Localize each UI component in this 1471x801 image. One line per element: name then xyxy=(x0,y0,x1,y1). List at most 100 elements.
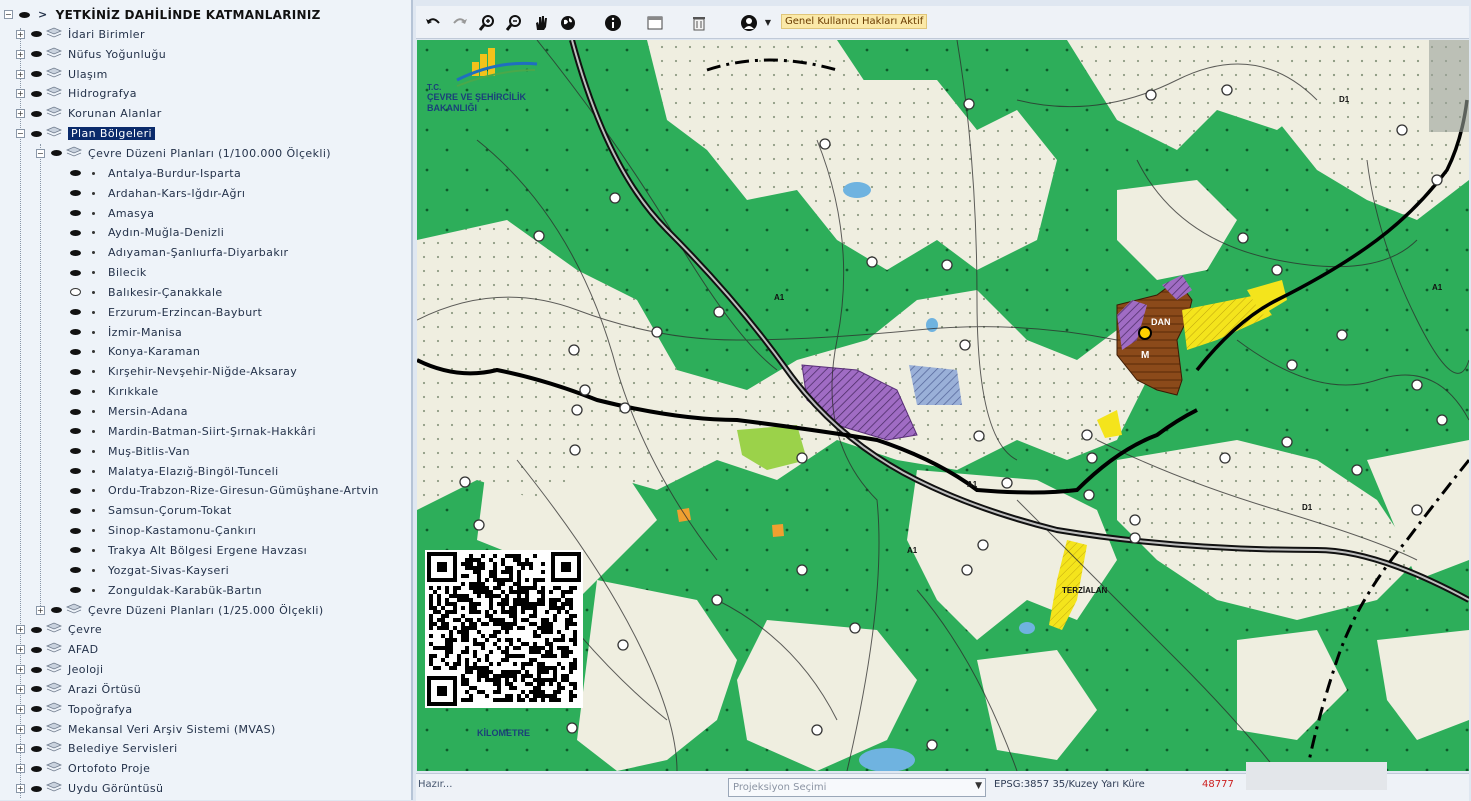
plan-layer-item[interactable]: Kırıkkale xyxy=(70,382,159,401)
layer-item[interactable]: + Ortofoto Proje xyxy=(16,759,150,778)
visibility-eye-icon[interactable] xyxy=(70,210,81,216)
visibility-eye-icon[interactable] xyxy=(70,468,81,475)
plan-layer-item[interactable]: Yozgat-Sivas-Kayseri xyxy=(70,561,229,580)
layer-item[interactable]: + Korunan Alanlar xyxy=(16,104,162,123)
visibility-eye-icon[interactable] xyxy=(70,487,81,494)
visibility-eye-icon[interactable] xyxy=(70,309,81,316)
expand-icon[interactable]: + xyxy=(16,29,25,39)
visibility-eye-icon[interactable] xyxy=(70,448,81,455)
visibility-eye-icon[interactable] xyxy=(31,785,42,792)
visibility-eye-icon[interactable] xyxy=(31,90,42,97)
visibility-eye-icon[interactable] xyxy=(31,31,42,38)
visibility-eye-icon[interactable] xyxy=(70,269,81,276)
plan-layer-item[interactable]: Samsun-Çorum-Tokat xyxy=(70,501,232,520)
plan-layer-item[interactable]: Konya-Karaman xyxy=(70,342,200,361)
layer-item[interactable]: + Arazi Örtüsü xyxy=(16,680,141,699)
expand-icon[interactable]: + xyxy=(16,69,25,79)
globe-icon[interactable] xyxy=(557,12,578,33)
plan-layer-item[interactable]: Antalya-Burdur-Isparta xyxy=(70,164,241,183)
visibility-eye-icon[interactable] xyxy=(31,765,42,772)
visibility-eye-icon[interactable] xyxy=(70,329,81,336)
info-icon[interactable] xyxy=(602,12,623,33)
plan-layer-item[interactable]: Bilecik xyxy=(70,263,147,282)
layer-item[interactable]: − Çevre Düzeni Planları (1/100.000 Ölçekl… xyxy=(36,144,331,163)
visibility-eye-icon[interactable] xyxy=(31,646,42,653)
collapse-icon[interactable]: − xyxy=(4,10,13,19)
plan-layer-item[interactable]: Amasya xyxy=(70,204,154,223)
visibility-eye-icon[interactable] xyxy=(70,388,81,395)
plan-layer-item[interactable]: Mersin-Adana xyxy=(70,402,188,421)
layer-item[interactable]: + Nüfus Yoğunluğu xyxy=(16,45,166,64)
visibility-eye-icon[interactable] xyxy=(31,745,42,752)
visibility-eye-icon[interactable] xyxy=(31,686,42,693)
plan-layer-item[interactable]: Muş-Bitlis-Van xyxy=(70,442,190,461)
visibility-eye-icon[interactable] xyxy=(19,11,30,18)
zoom-out-icon[interactable] xyxy=(503,12,524,33)
visibility-eye-icon[interactable] xyxy=(31,666,42,673)
visibility-eye-icon[interactable] xyxy=(70,170,81,177)
plan-layer-item[interactable]: Malatya-Elazığ-Bingöl-Tunceli xyxy=(70,462,279,481)
visibility-eye-icon[interactable] xyxy=(51,607,62,613)
plan-layer-item[interactable]: Aydın-Muğla-Denizli xyxy=(70,223,224,242)
visibility-eye-icon[interactable] xyxy=(31,626,42,633)
plan-layer-item[interactable]: İzmir-Manisa xyxy=(70,323,182,342)
expand-icon[interactable]: + xyxy=(16,724,25,734)
undo-icon[interactable] xyxy=(422,12,443,33)
expand-icon[interactable]: + xyxy=(16,784,25,794)
plan-layer-item[interactable]: Mardin-Batman-Siirt-Şırnak-Hakkâri xyxy=(70,422,316,441)
plan-layer-item[interactable]: Kırşehir-Nevşehir-Niğde-Aksaray xyxy=(70,362,297,381)
layer-item[interactable]: − Plan Bölgeleri xyxy=(16,124,155,143)
expand-icon[interactable]: + xyxy=(16,684,25,694)
plan-layer-item[interactable]: Ardahan-Kars-Iğdır-Ağrı xyxy=(70,184,245,203)
visibility-eye-icon[interactable] xyxy=(31,71,42,78)
visibility-eye-icon[interactable] xyxy=(31,706,42,713)
zoom-in-icon[interactable] xyxy=(476,12,497,33)
visibility-eye-icon[interactable] xyxy=(31,110,42,117)
visibility-eye-icon[interactable] xyxy=(31,51,42,58)
collapse-icon[interactable]: − xyxy=(16,129,25,139)
layer-item[interactable]: + Belediye Servisleri xyxy=(16,739,178,758)
hand-icon[interactable] xyxy=(530,12,551,33)
visibility-eye-icon[interactable] xyxy=(70,288,81,297)
layer-item[interactable]: + İdari Birimler xyxy=(16,25,145,44)
expand-icon[interactable]: + xyxy=(16,89,25,99)
expand-icon[interactable]: + xyxy=(16,764,25,774)
layer-item[interactable]: + Çevre xyxy=(16,620,102,639)
visibility-eye-icon[interactable] xyxy=(70,567,81,574)
layer-item[interactable]: + Jeoloji xyxy=(16,660,103,679)
visibility-eye-icon[interactable] xyxy=(70,229,81,236)
plan-layer-item[interactable]: Balıkesir-Çanakkale xyxy=(70,283,223,302)
plan-layer-item[interactable]: Adıyaman-Şanlıurfa-Diyarbakır xyxy=(70,243,288,262)
layer-item[interactable]: + Mekansal Veri Arşiv Sistemi (MVAS) xyxy=(16,720,276,739)
visibility-eye-icon[interactable] xyxy=(70,249,81,256)
expand-icon[interactable]: + xyxy=(16,625,25,635)
trash-icon[interactable] xyxy=(688,12,709,33)
expand-icon[interactable]: + xyxy=(16,645,25,655)
plan-layer-item[interactable]: Ordu-Trabzon-Rize-Giresun-Gümüşhane-Artv… xyxy=(70,481,379,500)
visibility-eye-icon[interactable] xyxy=(70,527,81,534)
expand-icon[interactable]: + xyxy=(36,605,45,615)
visibility-eye-icon[interactable] xyxy=(70,428,81,435)
expand-icon[interactable]: + xyxy=(16,49,25,59)
expand-icon[interactable]: + xyxy=(16,665,25,675)
expand-icon[interactable]: + xyxy=(16,744,25,754)
projection-select[interactable]: Projeksiyon Seçimi ▼ xyxy=(728,778,986,797)
redo-icon[interactable] xyxy=(449,12,470,33)
expand-icon[interactable]: + xyxy=(16,704,25,714)
layer-item[interactable]: + Çevre Düzeni Planları (1/25.000 Ölçekli… xyxy=(36,601,324,620)
visibility-eye-icon[interactable] xyxy=(70,507,81,514)
visibility-eye-icon[interactable] xyxy=(70,547,81,554)
layer-item[interactable]: + Topoğrafya xyxy=(16,700,132,719)
visibility-eye-icon[interactable] xyxy=(70,587,81,594)
layer-item[interactable]: + AFAD xyxy=(16,640,98,659)
plan-layer-item[interactable]: Zonguldak-Karabük-Bartın xyxy=(70,581,262,600)
user-dropdown-arrow-icon[interactable]: ▼ xyxy=(763,12,773,33)
map-svg[interactable]: T.C. ÇEVRE VE ŞEHİRCİLİK BAKANLIĞI DAN M… xyxy=(417,40,1469,771)
map-inset-thumbnail[interactable] xyxy=(1429,40,1469,132)
layer-item[interactable]: + Hidrografya xyxy=(16,84,137,103)
user-icon[interactable] xyxy=(738,12,759,33)
plan-layer-item[interactable]: Sinop-Kastamonu-Çankırı xyxy=(70,521,256,540)
plan-layer-item[interactable]: Erzurum-Erzincan-Bayburt xyxy=(70,303,262,322)
map-canvas[interactable]: T.C. ÇEVRE VE ŞEHİRCİLİK BAKANLIĞI DAN M… xyxy=(417,40,1469,771)
visibility-eye-icon[interactable] xyxy=(70,190,81,197)
